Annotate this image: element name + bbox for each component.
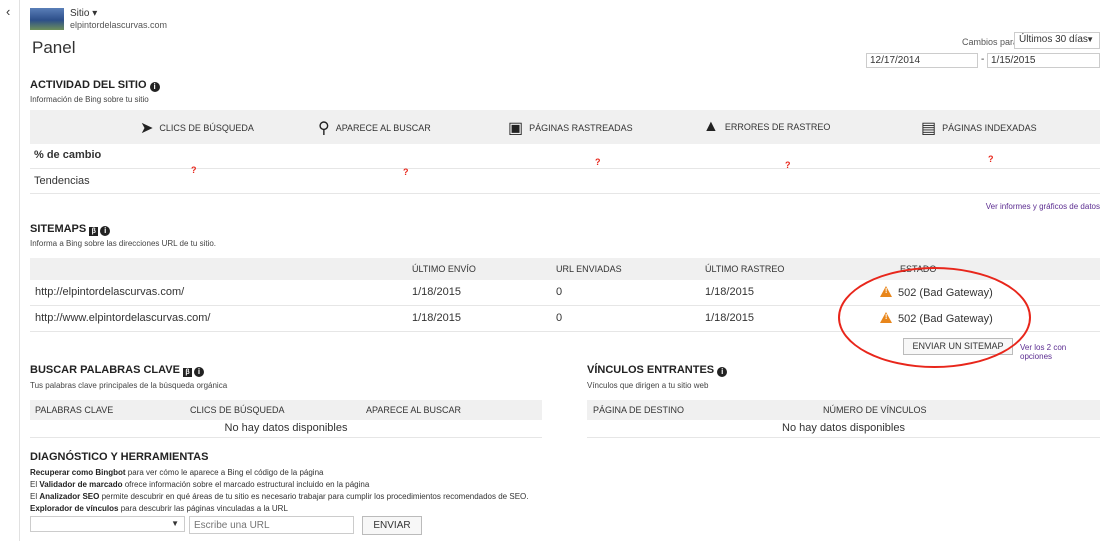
divider xyxy=(587,437,1100,438)
collapse-sidebar-icon[interactable]: ‹ xyxy=(6,4,10,19)
info-icon[interactable]: i xyxy=(194,367,204,377)
view-options-link[interactable]: Ver los 2 con opciones xyxy=(1020,343,1100,361)
col-last-sent[interactable]: ÚLTIMO ENVÍO xyxy=(412,264,476,274)
sitemap-last-crawl: 1/18/2015 xyxy=(705,286,754,298)
chevron-down-icon: ▼ xyxy=(1086,35,1094,44)
date-separator: - xyxy=(981,54,985,65)
col-search-clicks[interactable]: CLICS DE BÚSQUEDA xyxy=(190,405,285,415)
metric-search-clicks[interactable]: ➤ CLICS DE BÚSQUEDA xyxy=(140,118,254,138)
divider xyxy=(30,437,542,438)
link-explorer-link[interactable]: Explorador de vínculos xyxy=(30,504,118,513)
col-keywords[interactable]: PALABRAS CLAVE xyxy=(35,405,113,415)
sitemap-url-count: 0 xyxy=(556,312,563,324)
unknown-trend-icon[interactable]: ? xyxy=(403,167,409,177)
col-last-crawl[interactable]: ÚLTIMO RASTREO xyxy=(705,264,784,274)
metric-label: APARECE AL BUSCAR xyxy=(335,123,431,133)
sitemap-last-sent: 1/18/2015 xyxy=(412,286,461,298)
sitemap-last-crawl: 1/18/2015 xyxy=(705,312,754,324)
keywords-section-title: BUSCAR PALABRAS CLAVE βi xyxy=(30,364,204,377)
metric-label: PÁGINAS RASTREADAS xyxy=(529,123,633,133)
beta-icon: β xyxy=(89,227,99,236)
site-thumbnail xyxy=(30,8,64,30)
divider xyxy=(30,193,1100,194)
date-to-field[interactable]: 1/15/2015 xyxy=(987,53,1100,68)
sitemap-url[interactable]: http://www.elpintordelascurvas.com/ xyxy=(35,312,210,324)
date-range-select[interactable]: Últimos 30 días ▼ xyxy=(1014,32,1100,49)
activity-section-title: ACTIVIDAD DEL SITIO i xyxy=(30,79,160,92)
change-row-label: % de cambio xyxy=(34,149,102,161)
page-title: Panel xyxy=(32,38,76,57)
sitemap-url[interactable]: http://elpintordelascurvas.com/ xyxy=(35,286,184,298)
markup-validator-link[interactable]: Validador de marcado xyxy=(39,480,122,489)
info-icon[interactable]: i xyxy=(717,367,728,377)
unknown-trend-icon[interactable]: ? xyxy=(988,154,994,164)
col-urls-sent[interactable]: URL ENVIADAS xyxy=(556,264,622,274)
info-icon[interactable]: i xyxy=(100,226,111,236)
diag-prefix: El xyxy=(30,492,40,501)
date-from-field[interactable]: 12/17/2014 xyxy=(866,53,978,68)
keywords-title-text: BUSCAR PALABRAS CLAVE xyxy=(30,364,180,376)
sitemaps-subtitle: Informa a Bing sobre las direcciones URL… xyxy=(30,239,217,248)
diag-line-seo: El Analizador SEO permite descubrir en q… xyxy=(30,492,528,501)
unknown-trend-icon[interactable]: ? xyxy=(785,160,791,170)
sitemap-last-sent: 1/18/2015 xyxy=(412,312,461,324)
error-icon: ▲ xyxy=(703,118,719,135)
sitemap-url-count: 0 xyxy=(556,286,563,298)
keywords-subtitle: Tus palabras clave principales de la bús… xyxy=(30,381,228,390)
robot-icon: ▣ xyxy=(508,120,524,137)
diag-text: permite descubrir en qué áreas de tu sit… xyxy=(99,492,529,501)
highlight-annotation xyxy=(838,267,1031,368)
diag-text: ofrece información sobre el marcado estr… xyxy=(122,480,370,489)
sitemaps-section-title: SITEMAPS βi xyxy=(30,223,111,236)
diagnostics-section-title: DIAGNÓSTICO Y HERRAMIENTAS xyxy=(30,451,209,463)
diag-line-markup: El Validador de marcado ofrece informaci… xyxy=(30,480,369,489)
date-range-label: Cambios para xyxy=(962,37,1019,47)
diag-text: para descubrir las páginas vinculadas a … xyxy=(118,504,288,513)
metric-crawl-errors[interactable]: ▲ ERRORES DE RASTREO xyxy=(703,118,830,136)
diag-text: para ver cómo le aparece a Bing el códig… xyxy=(125,468,324,477)
diag-line-bingbot: Recuperar como Bingbot para ver cómo le … xyxy=(30,468,323,477)
seo-analyzer-link[interactable]: Analizador SEO xyxy=(39,492,99,501)
document-icon: ▤ xyxy=(921,120,937,137)
col-link-count[interactable]: NÚMERO DE VÍNCULOS xyxy=(823,405,927,415)
trend-row-label: Tendencias xyxy=(34,175,90,187)
col-impressions[interactable]: APARECE AL BUSCAR xyxy=(366,405,461,415)
metric-pages-crawled[interactable]: ▣ PÁGINAS RASTREADAS xyxy=(508,118,633,138)
beta-icon: β xyxy=(183,368,192,377)
inbound-empty-state: No hay datos disponibles xyxy=(782,422,905,434)
left-sidebar xyxy=(0,0,20,541)
metric-pages-indexed[interactable]: ▤ PÁGINAS INDEXADAS xyxy=(921,118,1037,138)
info-icon[interactable]: i xyxy=(149,82,160,92)
unknown-trend-icon[interactable]: ? xyxy=(595,157,601,167)
activity-title-text: ACTIVIDAD DEL SITIO xyxy=(30,79,147,91)
site-selector[interactable]: Sitio ▾ xyxy=(70,8,97,19)
unknown-trend-icon[interactable]: ? xyxy=(191,165,197,175)
metric-label: PÁGINAS INDEXADAS xyxy=(942,123,1037,133)
view-reports-link[interactable]: Ver informes y gráficos de datos xyxy=(986,202,1100,211)
activity-subtitle: Información de Bing sobre tu sitio xyxy=(30,95,149,104)
diag-prefix: El xyxy=(30,480,40,489)
send-button[interactable]: ENVIAR xyxy=(362,516,422,535)
date-range-selected: Últimos 30 días xyxy=(1019,34,1088,45)
metric-impressions[interactable]: ⚲ APARECE AL BUSCAR xyxy=(318,118,431,138)
diag-line-links: Explorador de vínculos para descubrir la… xyxy=(30,504,288,513)
fetch-as-bingbot-link[interactable]: Recuperar como Bingbot xyxy=(30,468,126,477)
chevron-down-icon: ▼ xyxy=(171,519,179,528)
metric-label: ERRORES DE RASTREO xyxy=(724,122,831,132)
inbound-section-title: VÍNCULOS ENTRANTES i xyxy=(587,364,728,377)
sitemaps-title-text: SITEMAPS xyxy=(30,223,87,235)
col-target-page[interactable]: PÁGINA DE DESTINO xyxy=(593,405,684,415)
keywords-empty-state: No hay datos disponibles xyxy=(224,422,348,434)
inbound-subtitle: Vínculos que dirigen a tu sitio web xyxy=(587,381,709,390)
tool-select[interactable]: ▼ xyxy=(30,516,185,532)
search-icon: ⚲ xyxy=(318,120,330,137)
cursor-icon: ➤ xyxy=(140,120,154,137)
site-url: elpintordelascurvas.com xyxy=(70,20,168,30)
inbound-title-text: VÍNCULOS ENTRANTES xyxy=(587,364,715,376)
url-input[interactable] xyxy=(189,516,354,534)
metric-label: CLICS DE BÚSQUEDA xyxy=(159,123,254,133)
